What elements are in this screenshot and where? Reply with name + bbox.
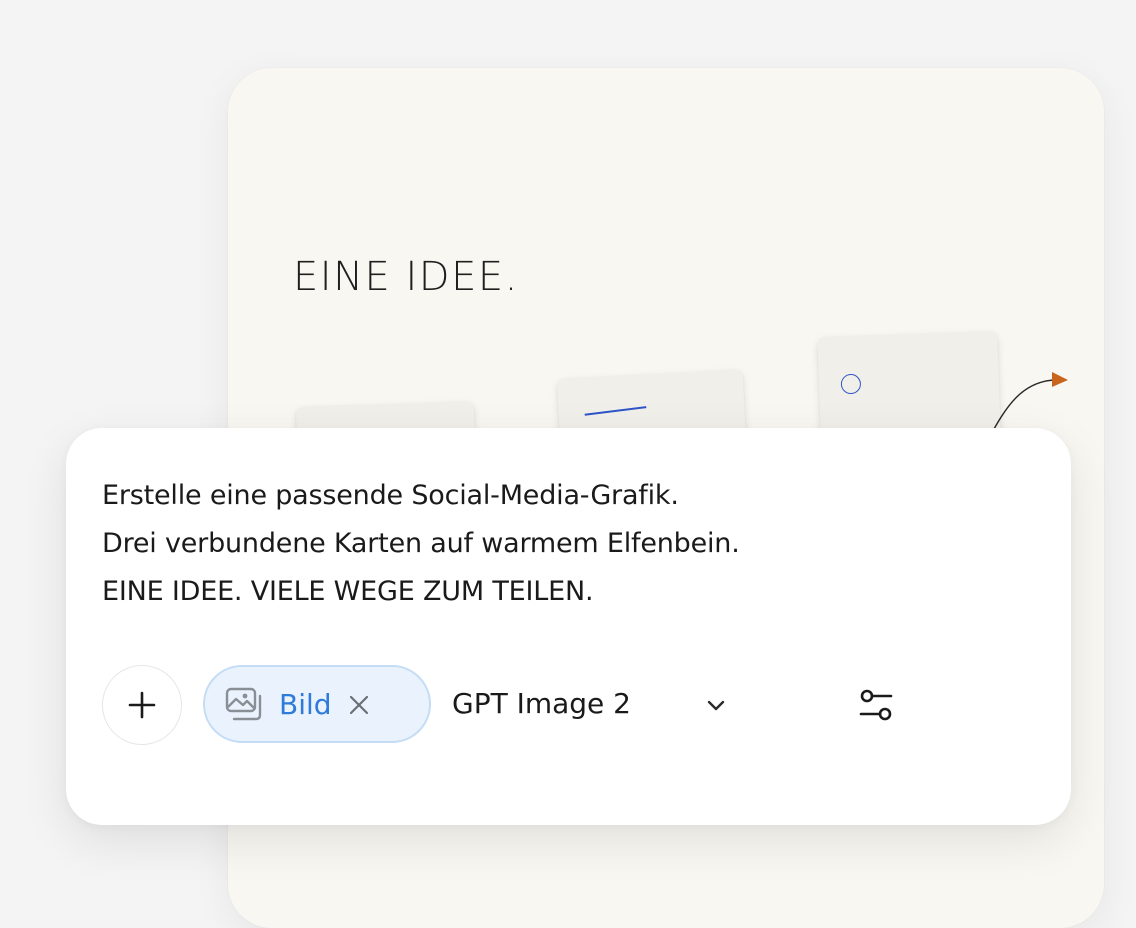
composer-toolbar: Bild GPT Image 2 — [102, 665, 1032, 745]
prompt-line-1: Erstelle eine passende Social-Media-Graf… — [102, 480, 679, 511]
model-selected-label: GPT Image 2 — [452, 687, 631, 720]
sliders-icon[interactable] — [854, 683, 898, 727]
chevron-down-icon — [707, 700, 725, 711]
model-dropdown[interactable]: GPT Image 2 — [452, 665, 742, 745]
image-mode-label: Bild — [279, 688, 332, 721]
close-icon[interactable] — [345, 691, 373, 719]
prompt-line-3: EINE IDEE. VIELE WEGE ZUM TEILEN. — [102, 576, 594, 607]
prompt-composer: Erstelle eine passende Social-Media-Graf… — [66, 428, 1071, 825]
card-circle-mark — [840, 373, 862, 395]
poster-title: EINE IDEE. — [293, 254, 519, 300]
image-mode-chip[interactable]: Bild — [203, 665, 431, 743]
card-line-mark — [584, 406, 647, 416]
add-button[interactable] — [102, 665, 182, 745]
prompt-input[interactable]: Erstelle eine passende Social-Media-Graf… — [102, 472, 1002, 616]
image-icon — [225, 687, 262, 721]
plus-icon — [128, 691, 156, 719]
prompt-line-2: Drei verbundene Karten auf warmem Elfenb… — [102, 528, 740, 559]
